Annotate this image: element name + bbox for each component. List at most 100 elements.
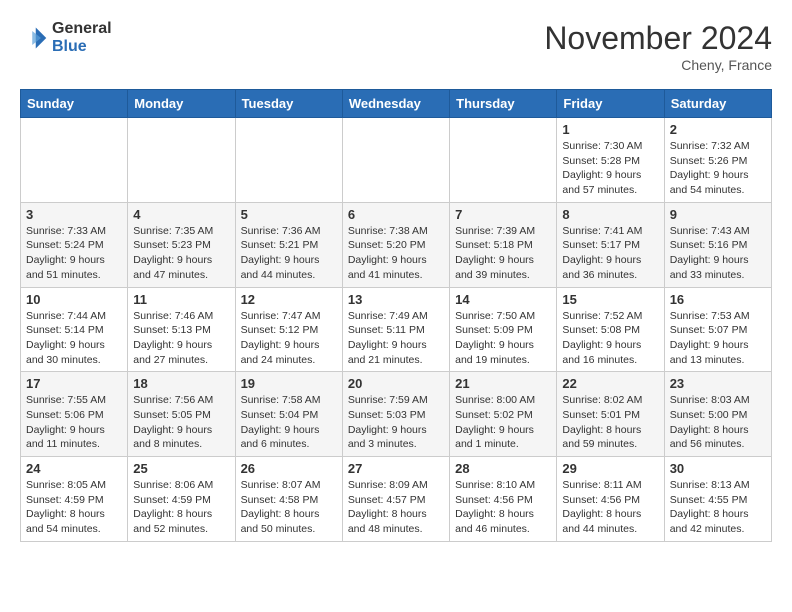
calendar-day-cell: 9Sunrise: 7:43 AM Sunset: 5:16 PM Daylig…: [664, 202, 771, 287]
calendar-day-cell: 13 Sunrise: 7:49 AM Sunset: 5:11 PM Dayli…: [342, 287, 449, 372]
day-info: Sunrise: 7:36 AM Sunset: 5:21 PM Dayligh…: [241, 224, 337, 283]
day-number: 5: [241, 207, 337, 222]
day-info: Sunrise: 7:35 AM Sunset: 5:23 PM Dayligh…: [133, 224, 229, 283]
calendar-week-row: 3 Sunrise: 7:33 AM Sunset: 5:24 PM Daylig…: [21, 202, 772, 287]
day-number: 14: [455, 292, 551, 307]
calendar-day-cell: 23 Sunrise: 8:03 AM Sunset: 5:00 PM Dayli…: [664, 372, 771, 457]
day-info: Sunrise: 7:49 AM Sunset: 5:11 PM Dayligh…: [348, 309, 444, 368]
day-number: 22: [562, 376, 658, 391]
calendar-header-row: SundayMondayTuesdayWednesdayThursdayFrid…: [21, 90, 772, 118]
calendar-day-cell: 20 Sunrise: 7:59 AM Sunset: 5:03 PM Dayli…: [342, 372, 449, 457]
day-info: Sunrise: 7:44 AM Sunset: 5:14 PM Dayligh…: [26, 309, 122, 368]
calendar-day-cell: 8 Sunrise: 7:41 AM Sunset: 5:17 PM Daylig…: [557, 202, 664, 287]
page: General Blue November 2024 Cheny, France…: [0, 0, 792, 562]
day-number: 13: [348, 292, 444, 307]
day-of-week-header: Wednesday: [342, 90, 449, 118]
calendar-day-cell: 22 Sunrise: 8:02 AM Sunset: 5:01 PM Dayli…: [557, 372, 664, 457]
calendar-day-cell: 28 Sunrise: 8:10 AM Sunset: 4:56 PM Dayli…: [450, 457, 557, 542]
calendar-day-cell: 4 Sunrise: 7:35 AM Sunset: 5:23 PM Daylig…: [128, 202, 235, 287]
calendar-day-cell: 30 Sunrise: 8:13 AM Sunset: 4:55 PM Dayli…: [664, 457, 771, 542]
day-of-week-header: Monday: [128, 90, 235, 118]
day-number: 8: [562, 207, 658, 222]
day-number: 18: [133, 376, 229, 391]
day-number: 29: [562, 461, 658, 476]
day-number: 16: [670, 292, 766, 307]
day-number: 2: [670, 122, 766, 137]
calendar-day-cell: [128, 118, 235, 203]
calendar-day-cell: 1 Sunrise: 7:30 AM Sunset: 5:28 PM Daylig…: [557, 118, 664, 203]
day-info: Sunrise: 7:58 AM Sunset: 5:04 PM Dayligh…: [241, 393, 337, 452]
day-info: Sunrise: 7:33 AM Sunset: 5:24 PM Dayligh…: [26, 224, 122, 283]
day-of-week-header: Saturday: [664, 90, 771, 118]
day-info: Sunrise: 7:56 AM Sunset: 5:05 PM Dayligh…: [133, 393, 229, 452]
calendar-day-cell: 27Sunrise: 8:09 AM Sunset: 4:57 PM Dayli…: [342, 457, 449, 542]
day-number: 15: [562, 292, 658, 307]
day-info: Sunrise: 7:39 AM Sunset: 5:18 PM Dayligh…: [455, 224, 551, 283]
day-number: 20: [348, 376, 444, 391]
calendar-day-cell: 29Sunrise: 8:11 AM Sunset: 4:56 PM Dayli…: [557, 457, 664, 542]
calendar-day-cell: [235, 118, 342, 203]
day-info: Sunrise: 7:43 AM Sunset: 5:16 PM Dayligh…: [670, 224, 766, 283]
calendar-day-cell: 7 Sunrise: 7:39 AM Sunset: 5:18 PM Daylig…: [450, 202, 557, 287]
calendar-day-cell: [450, 118, 557, 203]
calendar-day-cell: 15Sunrise: 7:52 AM Sunset: 5:08 PM Dayli…: [557, 287, 664, 372]
calendar-day-cell: 5 Sunrise: 7:36 AM Sunset: 5:21 PM Daylig…: [235, 202, 342, 287]
day-number: 26: [241, 461, 337, 476]
calendar-table: SundayMondayTuesdayWednesdayThursdayFrid…: [20, 89, 772, 542]
calendar-week-row: 10 Sunrise: 7:44 AM Sunset: 5:14 PM Dayli…: [21, 287, 772, 372]
logo: General Blue: [20, 20, 112, 55]
calendar-week-row: 17Sunrise: 7:55 AM Sunset: 5:06 PM Dayli…: [21, 372, 772, 457]
month-title: November 2024: [544, 20, 772, 57]
day-info: Sunrise: 8:03 AM Sunset: 5:00 PM Dayligh…: [670, 393, 766, 452]
calendar-day-cell: 14 Sunrise: 7:50 AM Sunset: 5:09 PM Dayli…: [450, 287, 557, 372]
day-number: 10: [26, 292, 122, 307]
logo-icon: [20, 24, 48, 52]
day-info: Sunrise: 8:00 AM Sunset: 5:02 PM Dayligh…: [455, 393, 551, 452]
calendar-day-cell: 16Sunrise: 7:53 AM Sunset: 5:07 PM Dayli…: [664, 287, 771, 372]
day-info: Sunrise: 7:38 AM Sunset: 5:20 PM Dayligh…: [348, 224, 444, 283]
calendar-day-cell: 3 Sunrise: 7:33 AM Sunset: 5:24 PM Daylig…: [21, 202, 128, 287]
location: Cheny, France: [544, 57, 772, 73]
day-of-week-header: Sunday: [21, 90, 128, 118]
calendar-day-cell: 24 Sunrise: 8:05 AM Sunset: 4:59 PM Dayli…: [21, 457, 128, 542]
day-info: Sunrise: 8:09 AM Sunset: 4:57 PM Dayligh…: [348, 478, 444, 537]
day-info: Sunrise: 8:13 AM Sunset: 4:55 PM Dayligh…: [670, 478, 766, 537]
day-number: 25: [133, 461, 229, 476]
day-number: 24: [26, 461, 122, 476]
day-info: Sunrise: 7:41 AM Sunset: 5:17 PM Dayligh…: [562, 224, 658, 283]
day-info: Sunrise: 7:32 AM Sunset: 5:26 PM Dayligh…: [670, 139, 766, 198]
calendar-day-cell: 26 Sunrise: 8:07 AM Sunset: 4:58 PM Dayli…: [235, 457, 342, 542]
day-info: Sunrise: 7:30 AM Sunset: 5:28 PM Dayligh…: [562, 139, 658, 198]
day-info: Sunrise: 7:46 AM Sunset: 5:13 PM Dayligh…: [133, 309, 229, 368]
calendar-day-cell: 2 Sunrise: 7:32 AM Sunset: 5:26 PM Daylig…: [664, 118, 771, 203]
day-info: Sunrise: 8:05 AM Sunset: 4:59 PM Dayligh…: [26, 478, 122, 537]
day-info: Sunrise: 7:59 AM Sunset: 5:03 PM Dayligh…: [348, 393, 444, 452]
title-block: November 2024 Cheny, France: [544, 20, 772, 73]
day-number: 11: [133, 292, 229, 307]
day-info: Sunrise: 8:07 AM Sunset: 4:58 PM Dayligh…: [241, 478, 337, 537]
day-number: 3: [26, 207, 122, 222]
day-number: 12: [241, 292, 337, 307]
calendar-day-cell: [342, 118, 449, 203]
day-number: 6: [348, 207, 444, 222]
calendar-day-cell: 21 Sunrise: 8:00 AM Sunset: 5:02 PM Dayli…: [450, 372, 557, 457]
day-info: Sunrise: 7:47 AM Sunset: 5:12 PM Dayligh…: [241, 309, 337, 368]
calendar-day-cell: 10 Sunrise: 7:44 AM Sunset: 5:14 PM Dayli…: [21, 287, 128, 372]
calendar-week-row: 1 Sunrise: 7:30 AM Sunset: 5:28 PM Daylig…: [21, 118, 772, 203]
calendar-day-cell: 19 Sunrise: 7:58 AM Sunset: 5:04 PM Dayli…: [235, 372, 342, 457]
day-of-week-header: Friday: [557, 90, 664, 118]
day-number: 4: [133, 207, 229, 222]
day-number: 1: [562, 122, 658, 137]
day-number: 28: [455, 461, 551, 476]
day-info: Sunrise: 8:02 AM Sunset: 5:01 PM Dayligh…: [562, 393, 658, 452]
day-number: 30: [670, 461, 766, 476]
day-number: 23: [670, 376, 766, 391]
day-info: Sunrise: 7:50 AM Sunset: 5:09 PM Dayligh…: [455, 309, 551, 368]
day-number: 21: [455, 376, 551, 391]
logo-blue: Blue: [52, 38, 87, 55]
calendar-day-cell: 6 Sunrise: 7:38 AM Sunset: 5:20 PM Daylig…: [342, 202, 449, 287]
calendar-day-cell: 25Sunrise: 8:06 AM Sunset: 4:59 PM Dayli…: [128, 457, 235, 542]
day-number: 7: [455, 207, 551, 222]
day-info: Sunrise: 8:10 AM Sunset: 4:56 PM Dayligh…: [455, 478, 551, 537]
day-number: 19: [241, 376, 337, 391]
